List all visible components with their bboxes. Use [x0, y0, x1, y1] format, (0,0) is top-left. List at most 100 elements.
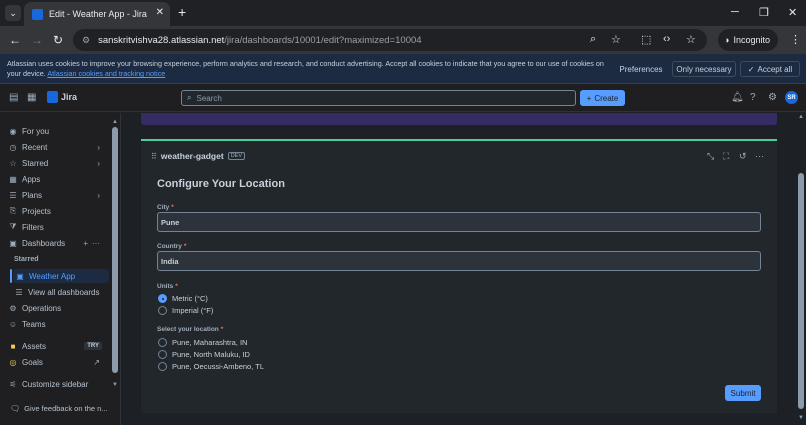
- units-metric-option[interactable]: Metric (°C): [158, 294, 208, 303]
- radio-unselected[interactable]: [158, 350, 167, 359]
- sidebar-toggle-icon[interactable]: ▤: [9, 92, 18, 103]
- radio-unselected[interactable]: [158, 338, 167, 347]
- maximize-icon[interactable]: ❐: [759, 6, 769, 19]
- sidebar-item-dashboards[interactable]: ▣ Dashboards + ···: [0, 236, 110, 250]
- browser-toolbar: ← → ↻ ⚙ sanskritvishva28.atlassian.net/j…: [0, 26, 806, 54]
- weather-gadget-panel: ⠿ weather-gadget DEV ⤡ ⛶ ↺ ··· Configure…: [141, 139, 777, 413]
- submit-button[interactable]: Submit: [725, 385, 761, 401]
- external-link-icon[interactable]: ↗: [93, 358, 100, 367]
- drag-handle-icon[interactable]: ⠿: [151, 152, 157, 161]
- radio-selected[interactable]: [158, 294, 167, 303]
- units-imperial-option[interactable]: Imperial (°F): [158, 306, 213, 315]
- feedback-label: Give feedback on the n...: [24, 404, 108, 413]
- minimize-icon[interactable]: ─: [731, 6, 739, 18]
- avatar[interactable]: SR: [785, 91, 798, 104]
- browser-tab[interactable]: Edit - Weather App - Jira ✕: [24, 2, 170, 26]
- cookie-preferences-button[interactable]: Preferences: [614, 61, 668, 77]
- close-tab-icon[interactable]: ✕: [156, 7, 164, 18]
- chevron-right-icon[interactable]: ›: [97, 159, 100, 168]
- chevron-right-icon[interactable]: ›: [97, 143, 100, 152]
- refresh-icon[interactable]: ↺: [739, 151, 747, 162]
- sidebar-item-for-you[interactable]: ◉ For you: [0, 124, 110, 138]
- reload-icon[interactable]: ↻: [53, 33, 63, 47]
- sidebar-item-assets[interactable]: ■ Assets TRY: [0, 339, 110, 353]
- incognito-indicator[interactable]: ◑ Incognito: [718, 29, 778, 51]
- sidebar-item-recent[interactable]: ◷ Recent ›: [0, 140, 110, 154]
- radio-unselected[interactable]: [158, 306, 167, 315]
- sidebar-item-filters[interactable]: ⧩ Filters: [0, 220, 110, 234]
- main-scrollbar[interactable]: ▲ ▼: [796, 113, 806, 425]
- country-label-text: Country: [157, 243, 182, 250]
- city-label-text: City: [157, 204, 170, 211]
- teams-icon: ☺: [8, 319, 18, 329]
- help-icon[interactable]: ?: [750, 92, 756, 103]
- sidebar-item-customize[interactable]: ⚟ Customize sidebar: [0, 377, 110, 391]
- maximize-gadget-icon[interactable]: ⛶: [723, 151, 729, 162]
- sidebar-item-starred[interactable]: ☆ Starred ›: [0, 156, 110, 170]
- add-dashboard-icon[interactable]: +: [83, 239, 88, 248]
- scroll-down-icon[interactable]: ▼: [798, 415, 804, 421]
- back-icon[interactable]: ←: [9, 33, 21, 47]
- chevron-right-icon[interactable]: ›: [97, 191, 100, 200]
- new-tab-icon[interactable]: +: [178, 5, 186, 19]
- main-scroll-thumb[interactable]: [798, 173, 804, 409]
- clock-icon: ◷: [9, 142, 17, 152]
- sidebar-item-apps[interactable]: ▦ Apps: [0, 172, 110, 186]
- site-info-icon[interactable]: ⚙: [82, 35, 90, 46]
- sidebar-item-view-all-dashboards[interactable]: ☰ View all dashboards: [14, 285, 124, 299]
- country-field[interactable]: India: [157, 251, 761, 271]
- location-option[interactable]: Pune, North Maluku, ID: [158, 350, 250, 359]
- sidebar-item-projects[interactable]: ⎘ Projects: [0, 204, 110, 218]
- minimize-gadget-icon[interactable]: ⤡: [707, 151, 714, 162]
- sidebar-item-operations[interactable]: ⚙ Operations: [0, 301, 110, 315]
- app-switcher-icon[interactable]: ▦: [27, 92, 36, 103]
- settings-gear-icon[interactable]: ⚙: [768, 92, 777, 103]
- accept-all-button[interactable]: ✓ Accept all: [740, 61, 800, 77]
- radio-label: Metric (°C): [172, 294, 208, 303]
- sidebar-item-goals[interactable]: ◎ Goals ↗: [0, 355, 110, 369]
- sidebar-item-teams[interactable]: ☺ Teams: [0, 317, 110, 331]
- sidebar-scrollbar[interactable]: ▲ ▼: [111, 119, 119, 425]
- more-icon[interactable]: ···: [92, 239, 100, 248]
- devtools-icon[interactable]: ‹›: [663, 33, 670, 45]
- cookie-text: Atlassian uses cookies to improve your b…: [7, 59, 607, 79]
- scroll-up-icon[interactable]: ▲: [112, 119, 118, 125]
- browser-menu-icon[interactable]: ⋮: [790, 33, 801, 46]
- forward-icon[interactable]: →: [31, 33, 43, 47]
- only-necessary-button[interactable]: Only necessary: [672, 61, 736, 77]
- extension-icon[interactable]: ⬚: [641, 33, 651, 46]
- dashboard-icon: ▣: [9, 238, 17, 248]
- units-label: Units *: [157, 283, 178, 290]
- scroll-up-icon[interactable]: ▲: [798, 114, 804, 120]
- create-button[interactable]: + Create: [580, 90, 625, 106]
- sidebar-item-plans[interactable]: ☰ Plans ›: [0, 188, 110, 202]
- plans-icon: ☰: [9, 190, 17, 200]
- city-field[interactable]: Pune: [157, 212, 761, 232]
- cookie-policy-link[interactable]: Atlassian cookies and tracking notice: [47, 69, 165, 78]
- tab-title: Edit - Weather App - Jira: [49, 9, 147, 19]
- jira-brand[interactable]: Jira: [61, 92, 77, 102]
- units-label-text: Units: [157, 283, 174, 290]
- radio-label: Imperial (°F): [172, 306, 214, 315]
- tab-search-icon[interactable]: ⌄: [5, 5, 21, 21]
- more-actions-icon[interactable]: ···: [755, 151, 764, 161]
- radio-label: Pune, Oecussi-Ambeno, TL: [172, 362, 264, 371]
- bookmark-star-icon[interactable]: ☆: [611, 33, 621, 46]
- radio-unselected[interactable]: [158, 362, 167, 371]
- sidebar-item-label: Recent: [22, 142, 48, 152]
- zoom-icon[interactable]: ⌕: [590, 33, 596, 46]
- close-window-icon[interactable]: ✕: [788, 6, 797, 19]
- jira-logo-icon[interactable]: [47, 91, 58, 103]
- location-option[interactable]: Pune, Oecussi-Ambeno, TL: [158, 362, 264, 371]
- sidebar-scroll-thumb[interactable]: [112, 127, 118, 373]
- location-option[interactable]: Pune, Maharashtra, IN: [158, 338, 247, 347]
- search-input[interactable]: ⌕ Search: [181, 90, 576, 106]
- sidebar-item-weather-app[interactable]: ▣ Weather App: [13, 269, 109, 283]
- address-bar[interactable]: ⚙ sanskritvishva28.atlassian.net/jira/da…: [73, 29, 707, 51]
- notifications-icon[interactable]: 🔔︎: [731, 92, 744, 103]
- plus-icon: +: [586, 93, 592, 103]
- sidebar-item-label: View all dashboards: [28, 287, 100, 297]
- scroll-down-icon[interactable]: ▼: [112, 382, 118, 388]
- feedback-link[interactable]: 🗨︎ Give feedback on the n...: [10, 404, 108, 413]
- bookmarks-icon[interactable]: ☆: [686, 33, 696, 46]
